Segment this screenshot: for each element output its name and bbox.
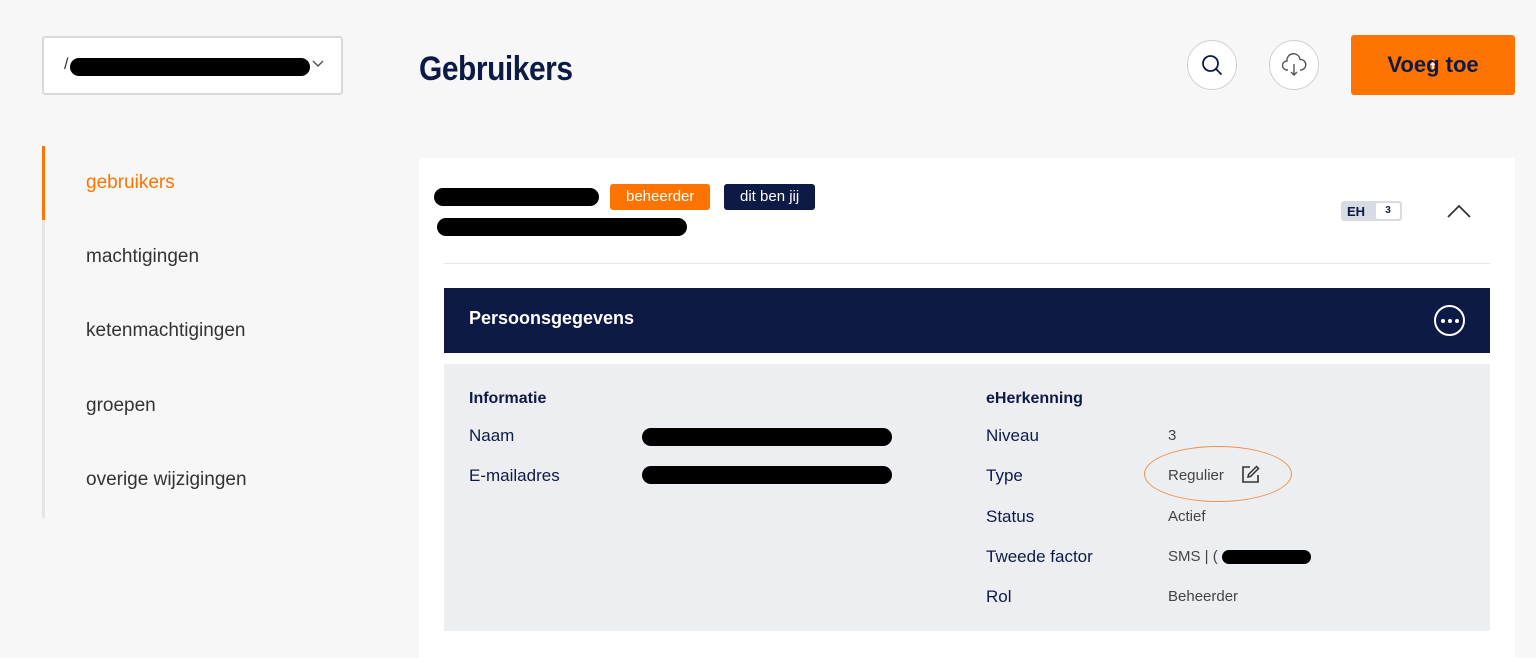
- type-label: Type: [986, 466, 1023, 485]
- second-factor-value: SMS | (: [1168, 548, 1218, 565]
- eherkenning-heading: eHerkenning: [986, 390, 1083, 407]
- side-navigation: gebruikers machtigingen ketenmachtiginge…: [42, 146, 302, 518]
- sidebar-item-groepen[interactable]: groepen: [86, 395, 156, 417]
- status-value: Actief: [1168, 508, 1206, 525]
- sidebar-item-overige-wijzigingen[interactable]: overige wijzigingen: [86, 469, 247, 491]
- user-card: beheerder dit ben jij EH 3 Persoonsgegev…: [419, 158, 1515, 658]
- download-button[interactable]: [1269, 40, 1319, 90]
- section-title: Persoonsgegevens: [469, 308, 635, 328]
- eh-level-value: 3: [1376, 203, 1400, 219]
- sidebar-item-ketenmachtigingen[interactable]: ketenmachtigingen: [86, 320, 246, 342]
- eh-prefix: EH: [1347, 203, 1366, 219]
- second-factor-label: Tweede factor: [986, 547, 1093, 566]
- search-button[interactable]: [1187, 40, 1237, 90]
- redacted-org-name: [70, 58, 310, 76]
- redacted-user-name: [434, 188, 599, 206]
- page-title: Gebruikers: [419, 50, 573, 88]
- redacted-email-value: [642, 466, 892, 484]
- email-label: E-mailadres: [469, 466, 560, 485]
- role-value: Beheerder: [1168, 588, 1239, 605]
- redacted-user-email: [437, 218, 687, 236]
- name-label: Naam: [469, 426, 515, 445]
- search-icon: [1202, 55, 1222, 75]
- role-label: Rol: [986, 587, 1012, 606]
- add-user-label: Voeg toe: [1387, 52, 1479, 77]
- status-label: Status: [986, 507, 1035, 526]
- self-badge: dit ben jij: [724, 184, 816, 210]
- add-user-button[interactable]: + Voeg toe: [1351, 35, 1515, 95]
- type-highlight-annotation: [1144, 446, 1292, 502]
- section-header: Persoonsgegevens: [444, 288, 1490, 353]
- info-heading: Informatie: [469, 390, 547, 407]
- sidebar-item-gebruikers[interactable]: gebruikers: [86, 172, 175, 194]
- active-indicator: [42, 146, 45, 220]
- eh-level-tag: EH 3: [1341, 201, 1402, 221]
- chevron-up-icon[interactable]: [1446, 202, 1472, 220]
- role-badge: beheerder: [610, 184, 711, 210]
- sidebar-item-machtigingen[interactable]: machtigingen: [86, 246, 199, 268]
- level-label: Niveau: [986, 426, 1039, 445]
- redacted-name-value: [642, 428, 892, 446]
- card-divider: [444, 263, 1490, 264]
- org-prefix: /: [64, 56, 69, 73]
- section-body: Informatie Naam E-mailadres eHerkenning …: [444, 364, 1490, 631]
- chevron-down-icon: [312, 60, 324, 68]
- redacted-phone-number: [1222, 550, 1311, 564]
- more-options-icon[interactable]: [1434, 305, 1465, 336]
- level-value: 3: [1168, 427, 1177, 444]
- organization-select[interactable]: /: [42, 36, 343, 95]
- cloud-download-icon: [1281, 53, 1307, 76]
